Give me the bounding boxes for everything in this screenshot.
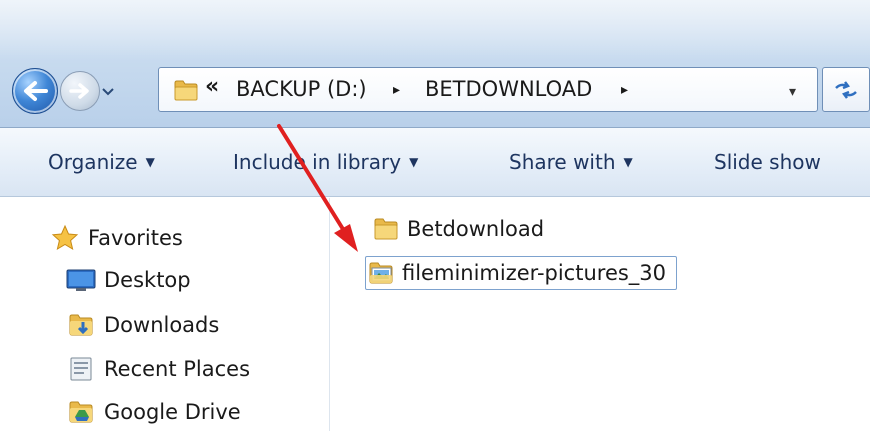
command-toolbar: Organize ▼ Include in library ▼ Share with… xyxy=(0,128,870,197)
downloads-folder-icon xyxy=(66,311,96,339)
nav-label-favorites: Favorites xyxy=(88,226,183,250)
nav-label-downloads: Downloads xyxy=(104,313,220,337)
chevron-down-icon xyxy=(102,88,114,96)
include-in-library-label: Include in library xyxy=(233,150,402,174)
file-list-pane: Betdownload fileminimizer-pictures_30 xyxy=(331,198,870,431)
breadcrumb-betdownload[interactable]: BETDOWNLOAD xyxy=(425,77,592,101)
picture-folder-icon xyxy=(366,259,396,287)
nav-label-google-drive: Google Drive xyxy=(104,400,241,424)
refresh-icon xyxy=(835,80,857,99)
share-with-label: Share with xyxy=(509,150,616,174)
address-history-dropdown[interactable]: ▾ xyxy=(789,84,796,100)
titlebar-glow xyxy=(0,0,870,60)
nav-label-recent-places: Recent Places xyxy=(104,357,251,381)
folder-icon xyxy=(174,80,198,101)
file-item-betdownload[interactable]: Betdownload xyxy=(371,212,544,246)
share-with-menu[interactable]: Share with ▼ xyxy=(509,150,633,174)
folder-icon xyxy=(371,215,401,243)
navigation-pane: Favorites Desktop Downloads Recent Place… xyxy=(0,198,330,431)
recent-places-icon xyxy=(66,355,96,383)
google-drive-icon xyxy=(66,398,96,426)
forward-button[interactable] xyxy=(60,71,100,111)
nav-item-recent-places[interactable]: Recent Places xyxy=(66,353,250,385)
star-icon xyxy=(50,224,80,252)
file-label-betdownload: Betdownload xyxy=(407,217,545,241)
slide-show-button[interactable]: Slide show xyxy=(714,150,821,174)
include-in-library-menu[interactable]: Include in library ▼ xyxy=(233,150,418,174)
back-button[interactable] xyxy=(12,68,58,114)
nav-item-downloads[interactable]: Downloads xyxy=(66,309,219,341)
desktop-icon xyxy=(66,266,96,294)
file-item-fileminimizer-pictures[interactable]: fileminimizer-pictures_30 xyxy=(365,256,678,290)
breadcrumb-separator[interactable]: ▸ xyxy=(621,82,628,98)
organize-label: Organize xyxy=(48,150,138,174)
file-label-fileminimizer-pictures: fileminimizer-pictures_30 xyxy=(402,261,667,285)
nav-label-desktop: Desktop xyxy=(104,268,191,292)
refresh-button[interactable] xyxy=(822,67,870,112)
organize-menu[interactable]: Organize ▼ xyxy=(48,150,155,174)
chevron-down-icon: ▼ xyxy=(409,155,419,169)
window-titlebar: « BACKUP (D:) ▸ BETDOWNLOAD ▸ ▾ xyxy=(0,0,870,128)
address-bar[interactable]: « BACKUP (D:) ▸ BETDOWNLOAD ▸ ▾ xyxy=(158,67,818,112)
nav-item-desktop[interactable]: Desktop xyxy=(66,264,191,296)
recent-pages-dropdown[interactable] xyxy=(101,85,115,99)
forward-arrow-icon xyxy=(69,83,89,99)
breadcrumb-backup-drive[interactable]: BACKUP (D:) xyxy=(236,77,367,101)
chevron-down-icon: ▼ xyxy=(623,155,633,169)
chevron-down-icon: ▼ xyxy=(145,155,155,169)
nav-item-favorites[interactable]: Favorites xyxy=(50,222,183,254)
breadcrumb-separator[interactable]: ▸ xyxy=(393,82,400,98)
address-overflow-chevron[interactable]: « xyxy=(205,74,219,99)
back-arrow-icon xyxy=(24,81,48,101)
slide-show-label: Slide show xyxy=(714,150,821,174)
nav-item-google-drive[interactable]: Google Drive xyxy=(66,396,241,428)
